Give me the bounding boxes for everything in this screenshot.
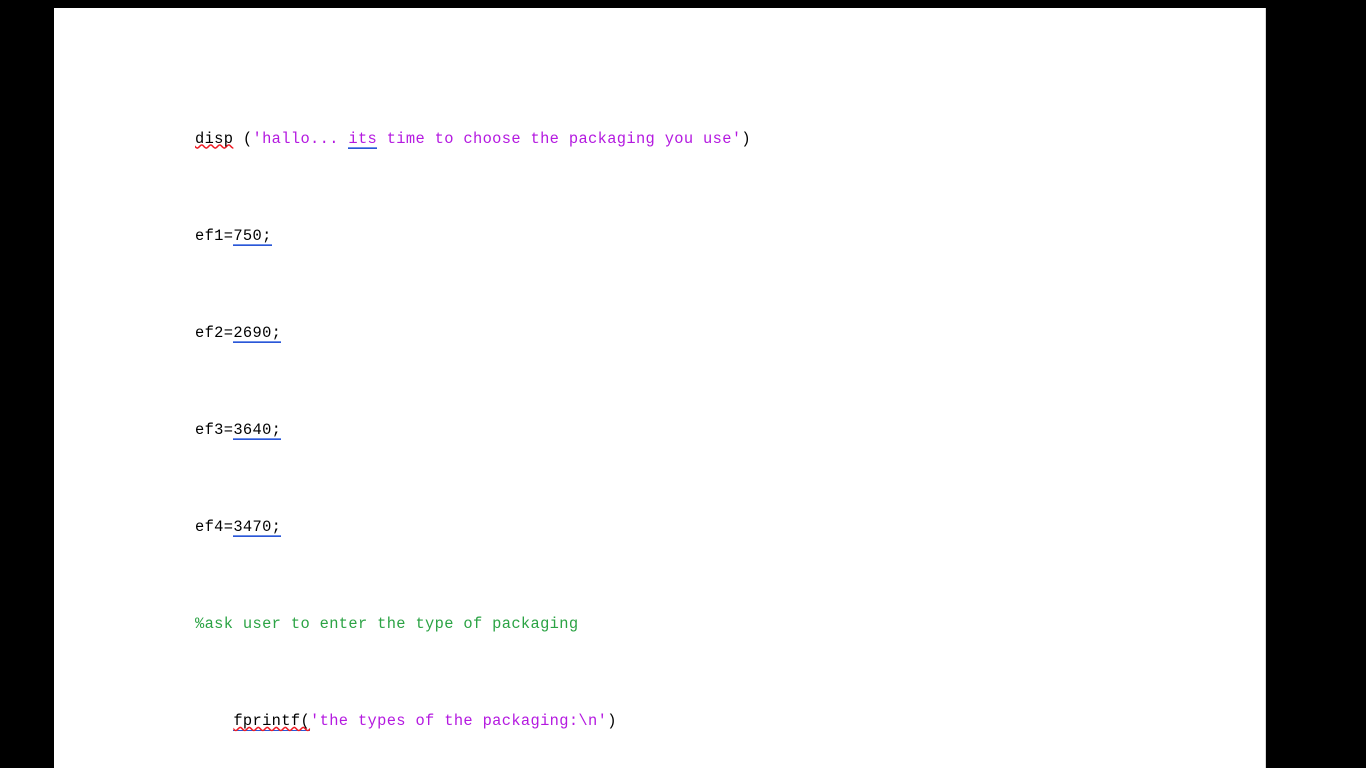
screen: disp ('hallo... its time to choose the p… — [0, 0, 1366, 768]
code-line: ef2=2690; — [195, 323, 282, 343]
code-line: fprintf('the types of the packaging:\n') — [233, 711, 617, 731]
code-line-comment: %ask user to enter the type of packaging — [195, 615, 1261, 634]
value-ef1: 750; — [233, 226, 272, 246]
value-ef2: 2690; — [233, 323, 282, 343]
value-ef3: 3640; — [233, 420, 282, 440]
code-line: ef1=750; — [195, 226, 272, 246]
code-listing[interactable]: disp ('hallo... its time to choose the p… — [195, 52, 1261, 768]
code-line: ef4=3470; — [195, 517, 282, 537]
grammar-flag-its: its — [348, 129, 378, 149]
token-fprintf: fprintf( — [233, 711, 311, 731]
document-page: disp ('hallo... its time to choose the p… — [54, 8, 1265, 768]
token-disp: disp — [195, 129, 234, 148]
value-ef4: 3470; — [233, 517, 282, 537]
code-line: ef3=3640; — [195, 420, 282, 440]
code-line: disp ('hallo... its time to choose the p… — [195, 129, 751, 149]
comment-ask-user: %ask user to enter the type of packaging — [195, 614, 579, 633]
